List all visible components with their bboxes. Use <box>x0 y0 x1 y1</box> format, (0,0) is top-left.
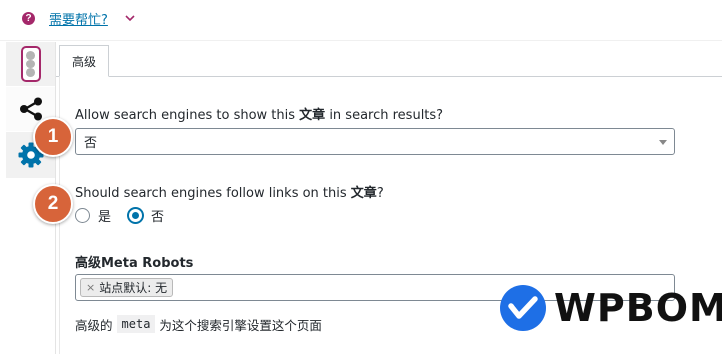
help-link[interactable]: 需要帮忙? <box>49 9 108 28</box>
tabbar-divider <box>56 76 722 77</box>
chevron-down-icon[interactable] <box>124 12 136 24</box>
select-value: 否 <box>84 136 98 151</box>
meta-robots-label: 高级Meta Robots <box>75 256 194 271</box>
follow-links-radio-group: 是 否 <box>75 205 181 225</box>
show-in-search-select[interactable]: 否 <box>75 128 675 155</box>
tab-advanced[interactable]: 高级 <box>59 45 109 77</box>
meta-robots-help: 高级的 meta 为这个搜索引擎设置这个页面 <box>75 315 322 333</box>
radio-yes-label[interactable]: 是 <box>98 206 111 225</box>
seo-traffic-light-tab[interactable] <box>6 42 56 86</box>
wpbom-check-logo-icon <box>500 285 546 331</box>
follow-links-label: Should search engines follow links on th… <box>75 186 384 201</box>
radio-no-label[interactable]: 否 <box>151 206 164 225</box>
question-icon: ? <box>22 11 35 25</box>
radio-yes[interactable] <box>75 207 90 223</box>
traffic-light-icon <box>20 46 41 82</box>
wpbom-watermark: WPBOM <box>500 284 722 332</box>
radio-no[interactable] <box>128 207 144 223</box>
dropdown-arrow-icon <box>659 140 667 145</box>
share-icon <box>19 97 42 121</box>
page: ? 需要帮忙? 高级 Allow search engines to show … <box>0 0 722 354</box>
step-badge-2: 2 <box>33 184 73 224</box>
watermark-text: WPBOM <box>554 286 722 330</box>
remove-chip-icon[interactable]: × <box>86 281 95 294</box>
meta-robots-chip: × 站点默认: 无 <box>80 278 174 297</box>
top-divider <box>0 40 722 41</box>
show-in-search-label: Allow search engines to show this 文章 in … <box>75 108 444 123</box>
chip-label: 站点默认: 无 <box>99 281 168 295</box>
step-badge-1: 1 <box>33 117 73 157</box>
help-row: ? 需要帮忙? <box>22 8 136 28</box>
meta-code: meta <box>116 315 156 333</box>
